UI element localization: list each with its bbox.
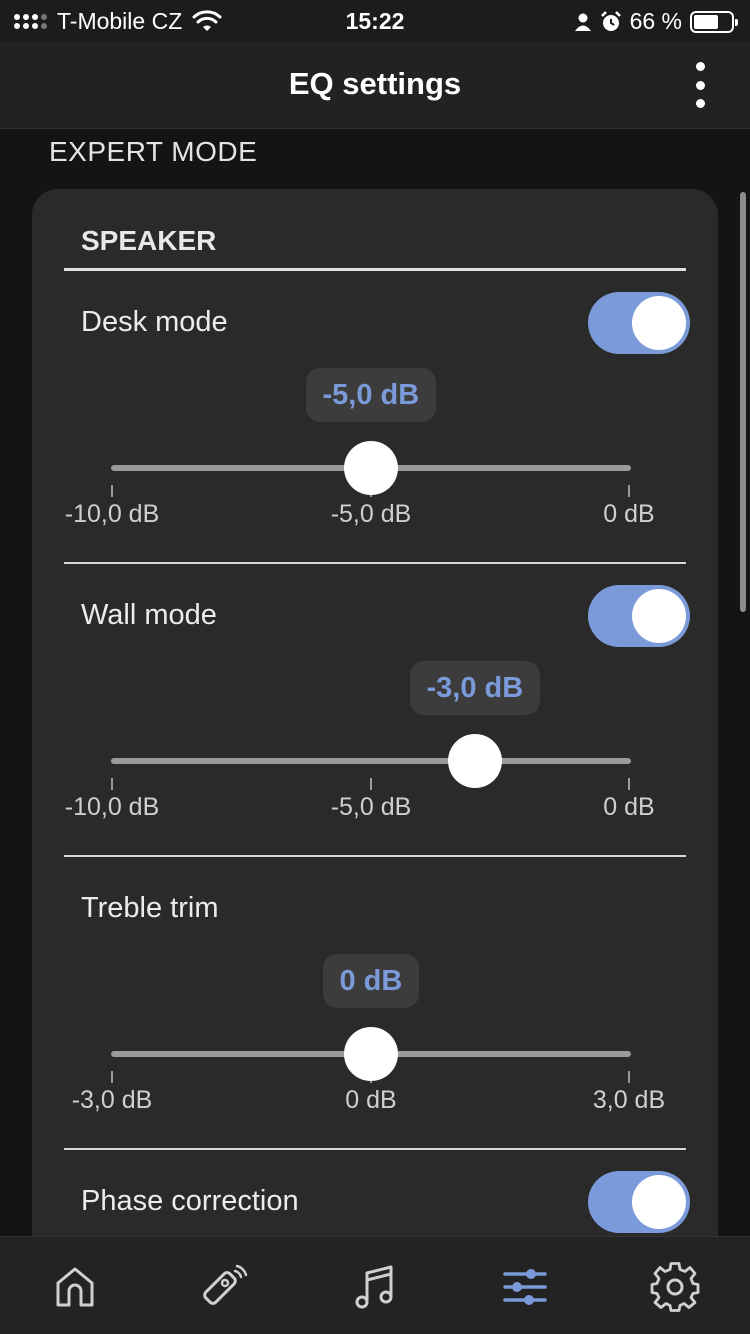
- treble-trim-label: Treble trim: [81, 892, 219, 924]
- wall-mode-slider-thumb[interactable]: [448, 734, 502, 788]
- remote-icon[interactable]: [199, 1261, 251, 1313]
- wall-mode-label: Wall mode: [81, 599, 217, 631]
- wall-mode-toggle[interactable]: [588, 585, 690, 647]
- toggle-knob: [632, 1175, 686, 1229]
- desk-mode-value-bubble: -5,0 dB: [305, 368, 437, 422]
- slider-max-label: 0 dB: [603, 500, 655, 528]
- divider: [64, 562, 686, 564]
- section-label-expert-mode: EXPERT MODE: [49, 136, 258, 167]
- wall-mode-slider-track[interactable]: [111, 758, 631, 764]
- home-icon[interactable]: [49, 1261, 101, 1313]
- slider-tick: [628, 1071, 630, 1083]
- card-title: SPEAKER: [81, 225, 217, 256]
- eq-settings-screen: T-Mobile CZ 15:22 66 % EQ settings EXPER…: [0, 0, 750, 1334]
- phase-correction-label: Phase correction: [81, 1185, 299, 1217]
- equalizer-icon[interactable]: [499, 1261, 551, 1313]
- treble-trim-slider-thumb[interactable]: [344, 1027, 398, 1081]
- gear-icon[interactable]: [649, 1261, 701, 1313]
- wall-mode-value-bubble: -3,0 dB: [409, 661, 541, 715]
- slider-tick: [628, 485, 630, 497]
- music-note-icon[interactable]: [349, 1261, 401, 1313]
- status-right: 66 %: [574, 8, 738, 35]
- battery-percent: 66 %: [629, 8, 682, 34]
- alarm-icon: [600, 10, 621, 31]
- slider-max-label: 3,0 dB: [592, 1086, 666, 1114]
- slider-min-label: -10,0 dB: [64, 500, 160, 528]
- slider-mid-label: 0 dB: [345, 1086, 397, 1114]
- desk-mode-toggle[interactable]: [588, 292, 690, 354]
- page-title: EQ settings: [288, 66, 462, 101]
- slider-mid-label: -5,0 dB: [330, 500, 412, 528]
- treble-trim-value-bubble: 0 dB: [322, 954, 420, 1008]
- slider-mid-label: -5,0 dB: [330, 793, 412, 821]
- battery-icon: [690, 10, 738, 33]
- slider-tick: [111, 778, 113, 790]
- slider-min-label: -3,0 dB: [71, 1086, 153, 1114]
- divider: [64, 855, 686, 857]
- toggle-knob: [632, 589, 686, 643]
- toggle-knob: [632, 296, 686, 350]
- person-icon: [574, 13, 591, 31]
- slider-max-label: 0 dB: [603, 793, 655, 821]
- desk-mode-slider-thumb[interactable]: [344, 441, 398, 495]
- slider-tick: [111, 1071, 113, 1083]
- bottom-nav: [0, 1236, 750, 1334]
- divider: [64, 1148, 686, 1150]
- app-header: EQ settings: [0, 42, 750, 129]
- more-vertical-icon[interactable]: [694, 62, 706, 108]
- scrollbar[interactable]: [740, 192, 746, 612]
- slider-tick: [370, 778, 372, 790]
- slider-tick: [111, 485, 113, 497]
- speaker-settings-card: SPEAKER Desk mode -5,0 dB -10,0 dB -5,0 …: [32, 189, 718, 1289]
- desk-mode-label: Desk mode: [81, 306, 228, 338]
- slider-min-label: -10,0 dB: [64, 793, 160, 821]
- slider-tick: [628, 778, 630, 790]
- card-title-underline: [64, 268, 686, 271]
- phase-correction-toggle[interactable]: [588, 1171, 690, 1233]
- status-bar: T-Mobile CZ 15:22 66 %: [0, 0, 750, 42]
